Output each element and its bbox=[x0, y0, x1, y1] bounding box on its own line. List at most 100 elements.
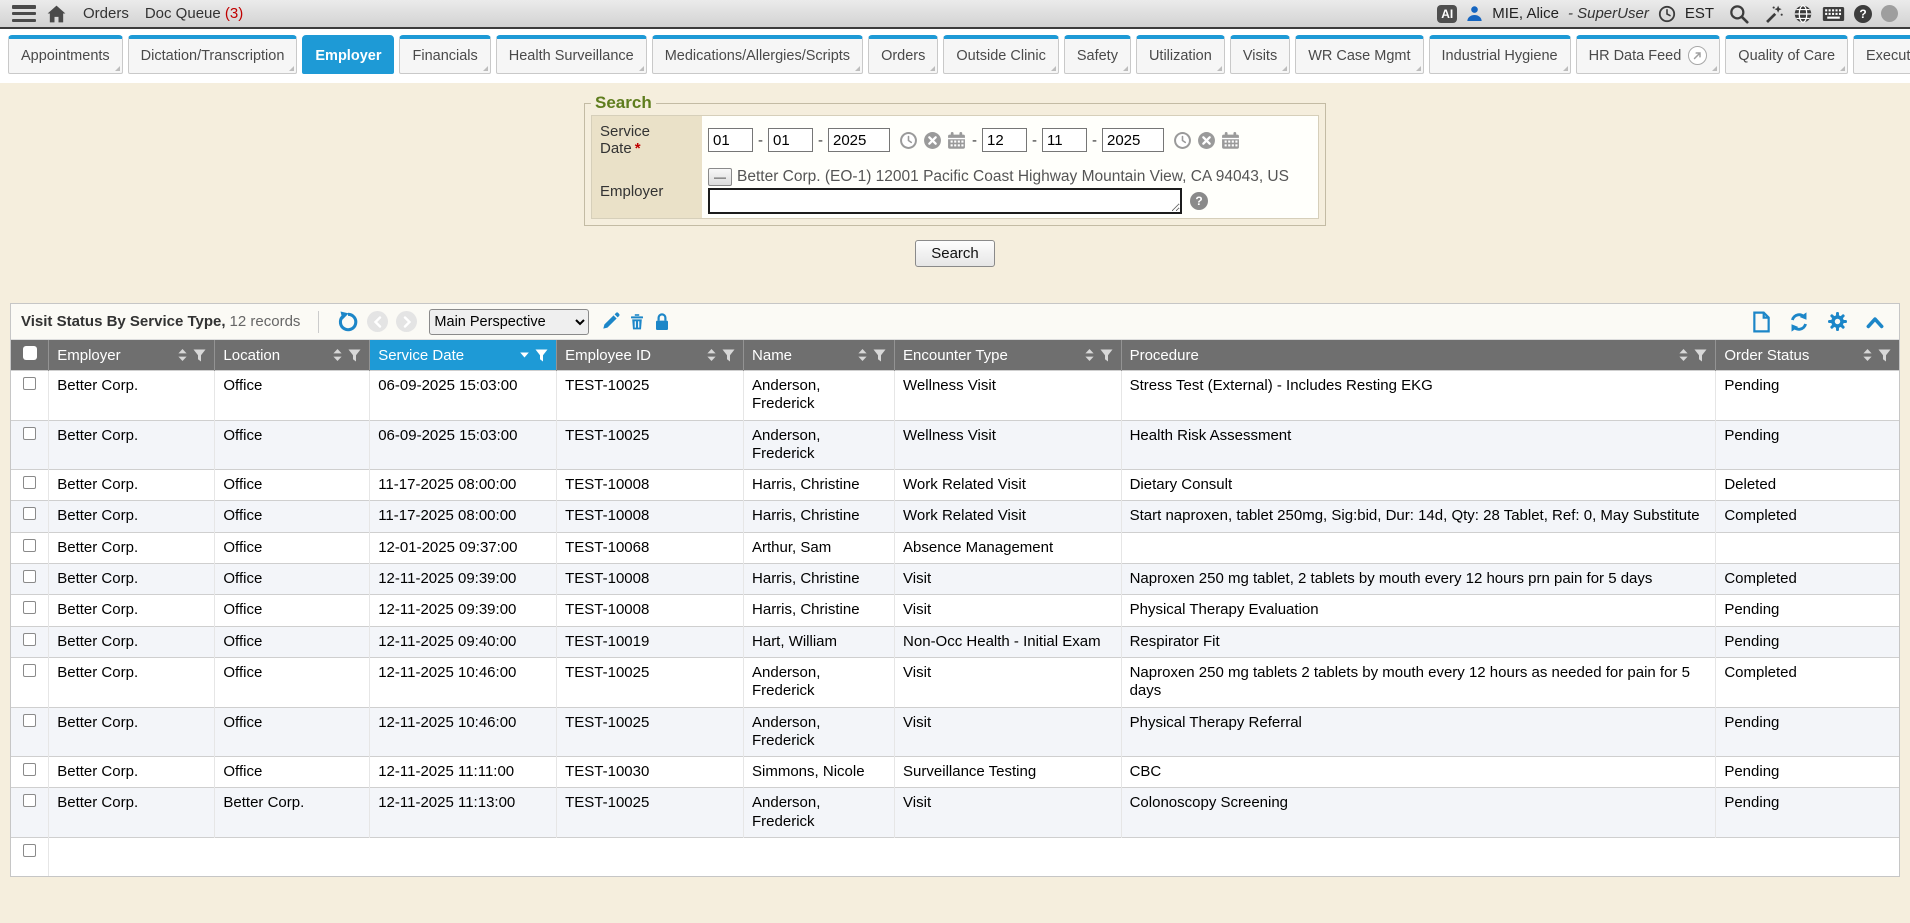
undo-icon[interactable] bbox=[337, 311, 359, 333]
globe-phone-icon[interactable] bbox=[1793, 4, 1813, 24]
cell-employee-id: TEST-10019 bbox=[557, 626, 744, 657]
tab-employer[interactable]: Employer bbox=[302, 35, 394, 74]
field-help-icon[interactable]: ? bbox=[1190, 192, 1208, 210]
tab-executive-dashboard[interactable]: Executive Dashboard bbox=[1853, 35, 1910, 74]
col-order-status[interactable]: Order Status bbox=[1716, 340, 1899, 371]
tab-utilization[interactable]: Utilization bbox=[1136, 35, 1225, 74]
edit-perspective-icon[interactable] bbox=[601, 312, 620, 331]
table-row: Better Corp. Better Corp. 12-11-2025 11:… bbox=[11, 788, 1899, 838]
cell-name: Arthur, Sam bbox=[744, 532, 895, 563]
tab-wr-case-mgmt[interactable]: WR Case Mgmt bbox=[1295, 35, 1423, 74]
tab-quality-of-care[interactable]: Quality of Care bbox=[1725, 35, 1848, 74]
collapse-selection-button[interactable]: — bbox=[708, 168, 732, 186]
tab-health-surveillance[interactable]: Health Surveillance bbox=[496, 35, 647, 74]
cell-employer: Better Corp. bbox=[49, 626, 215, 657]
col-employer[interactable]: Employer bbox=[49, 340, 215, 371]
employer-search-input[interactable] bbox=[708, 188, 1182, 214]
breadcrumb-orders[interactable]: Orders bbox=[83, 5, 129, 22]
col-service-date[interactable]: Service Date bbox=[370, 340, 557, 371]
new-document-icon[interactable] bbox=[1752, 311, 1771, 333]
cell-employer: Better Corp. bbox=[49, 595, 215, 626]
next-perspective-icon[interactable] bbox=[396, 311, 417, 332]
tab-orders[interactable]: Orders bbox=[868, 35, 938, 74]
calendar-icon[interactable] bbox=[947, 131, 966, 150]
perspective-select[interactable]: Main Perspective bbox=[429, 309, 589, 335]
cell-procedure: Physical Therapy Evaluation bbox=[1121, 595, 1716, 626]
settings-gear-icon[interactable] bbox=[1827, 311, 1848, 332]
time-picker-icon[interactable] bbox=[899, 131, 918, 150]
filter-icon bbox=[193, 349, 206, 362]
cell-encounter-type: Visit bbox=[895, 707, 1122, 757]
row-checkbox[interactable] bbox=[23, 377, 36, 390]
col-location[interactable]: Location bbox=[215, 340, 370, 371]
cell-service-date: 06-09-2025 15:03:00 bbox=[370, 420, 557, 470]
date-to-month-input[interactable] bbox=[982, 128, 1027, 152]
row-checkbox[interactable] bbox=[23, 427, 36, 440]
row-checkbox[interactable] bbox=[23, 570, 36, 583]
tab-medications-allergies-scripts[interactable]: Medications/Allergies/Scripts bbox=[652, 35, 863, 74]
collapse-panel-icon[interactable] bbox=[1865, 315, 1885, 329]
search-section: Search Service Date* - - - bbox=[0, 83, 1910, 267]
help-icon[interactable]: ? bbox=[1854, 5, 1872, 23]
search-button[interactable]: Search bbox=[915, 240, 995, 267]
tab-visits[interactable]: Visits bbox=[1230, 35, 1290, 74]
home-icon[interactable] bbox=[46, 4, 67, 24]
table-row: Better Corp. Office 06-09-2025 15:03:00 … bbox=[11, 420, 1899, 470]
wand-icon[interactable] bbox=[1764, 4, 1784, 24]
tab-financials[interactable]: Financials bbox=[399, 35, 490, 74]
breadcrumb-doc-queue[interactable]: Doc Queue (3) bbox=[145, 5, 243, 22]
tab-industrial-hygiene[interactable]: Industrial Hygiene bbox=[1429, 35, 1571, 74]
delete-perspective-icon[interactable] bbox=[628, 312, 646, 331]
tab-appointments[interactable]: Appointments bbox=[8, 35, 123, 74]
keyboard-icon[interactable] bbox=[1822, 6, 1845, 22]
date-from-year-input[interactable] bbox=[828, 128, 890, 152]
row-checkbox[interactable] bbox=[23, 539, 36, 552]
row-checkbox[interactable] bbox=[23, 507, 36, 520]
cell-order-status: Completed bbox=[1716, 564, 1899, 595]
date-from-day-input[interactable] bbox=[768, 128, 813, 152]
doc-queue-count: (3) bbox=[225, 5, 243, 22]
row-checkbox[interactable] bbox=[23, 794, 36, 807]
date-to-day-input[interactable] bbox=[1042, 128, 1087, 152]
menu-icon[interactable] bbox=[12, 5, 36, 22]
cell-order-status: Pending bbox=[1716, 371, 1899, 421]
cell-encounter-type: Absence Management bbox=[895, 532, 1122, 563]
row-checkbox[interactable] bbox=[23, 601, 36, 614]
row-select-cell bbox=[11, 501, 49, 532]
user-name[interactable]: MIE, Alice bbox=[1492, 5, 1559, 22]
row-checkbox[interactable] bbox=[23, 664, 36, 677]
lock-icon[interactable] bbox=[654, 313, 670, 331]
grid-toolbar: Visit Status By Service Type,12 records … bbox=[11, 304, 1899, 340]
col-encounter-type[interactable]: Encounter Type bbox=[895, 340, 1122, 371]
date-to-year-input[interactable] bbox=[1102, 128, 1164, 152]
tab-hr-data-feed[interactable]: HR Data Feed bbox=[1576, 35, 1721, 74]
cell-procedure: Start naproxen, tablet 250mg, Sig:bid, D… bbox=[1121, 501, 1716, 532]
clock-icon[interactable] bbox=[1658, 5, 1676, 23]
col-employee-id[interactable]: Employee ID bbox=[557, 340, 744, 371]
tab-dictation-transcription[interactable]: Dictation/Transcription bbox=[128, 35, 298, 74]
row-checkbox[interactable] bbox=[23, 763, 36, 776]
time-picker-icon[interactable] bbox=[1173, 131, 1192, 150]
search-icon[interactable] bbox=[1729, 4, 1749, 24]
row-checkbox[interactable] bbox=[23, 844, 36, 857]
select-all-checkbox[interactable] bbox=[23, 346, 37, 360]
ai-badge[interactable]: AI bbox=[1437, 5, 1457, 23]
presence-indicator-icon[interactable] bbox=[1881, 5, 1898, 22]
cell-procedure bbox=[1121, 532, 1716, 563]
cell-employee-id: TEST-10008 bbox=[557, 595, 744, 626]
tab-safety[interactable]: Safety bbox=[1064, 35, 1131, 74]
col-name[interactable]: Name bbox=[744, 340, 895, 371]
row-checkbox[interactable] bbox=[23, 476, 36, 489]
date-from-month-input[interactable] bbox=[708, 128, 753, 152]
clear-date-icon[interactable] bbox=[1197, 131, 1216, 150]
refresh-icon[interactable] bbox=[1788, 311, 1810, 333]
row-checkbox[interactable] bbox=[23, 633, 36, 646]
prev-perspective-icon[interactable] bbox=[367, 311, 388, 332]
clear-date-icon[interactable] bbox=[923, 131, 942, 150]
tab-label: Quality of Care bbox=[1738, 48, 1835, 64]
row-checkbox[interactable] bbox=[23, 714, 36, 727]
calendar-icon[interactable] bbox=[1221, 131, 1240, 150]
tab-outside-clinic[interactable]: Outside Clinic bbox=[943, 35, 1058, 74]
row-select-cell bbox=[11, 626, 49, 657]
col-procedure[interactable]: Procedure bbox=[1121, 340, 1716, 371]
